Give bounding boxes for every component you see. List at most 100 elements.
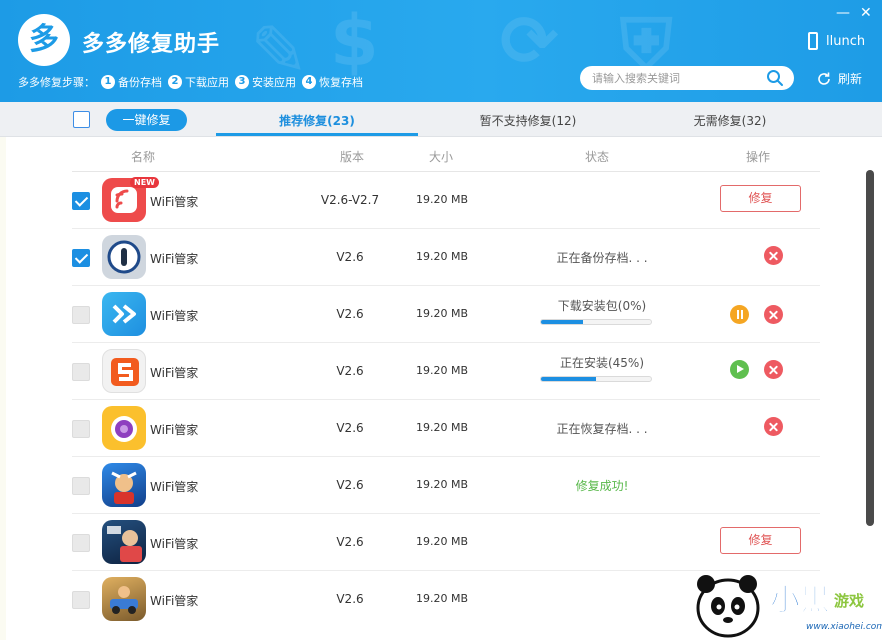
row-checkbox[interactable] [72,591,90,609]
search-icon[interactable] [766,69,784,87]
app-name: WiFi管家 [150,537,199,551]
step-label: 备份存档 [118,76,162,89]
game-hero-icon [102,463,146,507]
decorative-refresh-icon: ⟳ [500,0,559,82]
cancel-icon[interactable] [764,246,783,265]
svg-text:游戏: 游戏 [834,592,864,610]
app-size: 19.20 MB [415,250,469,263]
row-checkbox[interactable] [72,534,90,552]
app-size: 19.20 MB [415,307,469,320]
progress-fill [541,320,583,324]
step-number: 1 [101,75,115,89]
sogou-icon [102,349,146,393]
row-checkbox[interactable] [72,420,90,438]
repair-steps: 多多修复步骤： 1 备份存档 2 下载应用 3 安装应用 4 恢复存档 [18,74,363,90]
app-title: 多多修复助手 [82,32,221,57]
cancel-icon[interactable] [764,417,783,436]
download-progress-bar [540,319,652,325]
device-info[interactable]: llunch [808,32,865,50]
app-name: WiFi管家 [150,594,199,608]
column-header-version: 版本 [340,150,365,164]
app-version: V2.6-V2.7 [320,193,380,207]
search-input[interactable] [592,71,760,85]
row-checkbox[interactable] [72,477,90,495]
tab-no-repair-needed[interactable]: 无需修复(32) [630,112,830,129]
tab-bar: 一键修复 推荐修复(23) 暂不支持修复(12) 无需修复(32) [0,102,882,137]
app-version: V2.6 [336,307,364,321]
column-header-status: 状态 [585,150,610,164]
app-version: V2.6 [336,421,364,435]
vertical-scrollbar[interactable] [866,170,874,526]
fifa-icon [102,520,146,564]
left-edge [0,137,6,640]
new-badge: NEW [130,177,159,188]
app-size: 19.20 MB [415,364,469,377]
repair-button[interactable]: 修复 [720,527,801,554]
column-header-name: 名称 [131,150,156,164]
one-key-repair-button[interactable]: 一键修复 [106,109,187,131]
step-number: 2 [168,75,182,89]
close-icon[interactable]: ✕ [860,6,872,20]
step-label: 恢复存档 [319,76,363,89]
status-text: 正在安装(45%) [559,356,645,370]
repair-button[interactable]: 修复 [720,185,801,212]
pause-icon[interactable] [730,305,749,324]
app-version: V2.6 [336,592,364,606]
decorative-dollar-icon: $ [330,0,379,82]
phone-icon [808,32,818,50]
password-lock-icon [102,235,146,279]
table-row: WiFi管家 V2.6 19.20 MB 正在备份存档. . . [72,229,820,286]
select-all-checkbox[interactable] [73,111,90,128]
table-row: WiFi管家 V2.6 19.20 MB 修复 [72,514,820,571]
status-text: 正在备份存档. . . [556,251,648,265]
app-version: V2.6 [336,478,364,492]
status-text: 下载安装包(0%) [557,299,647,313]
app-version: V2.6 [336,250,364,264]
app-size: 19.20 MB [415,421,469,434]
step-label: 安装应用 [252,76,296,89]
status-text: 修复成功! [575,479,629,493]
active-tab-indicator [216,133,418,136]
app-name: WiFi管家 [150,366,199,380]
app-version: V2.6 [336,364,364,378]
cancel-icon[interactable] [764,305,783,324]
play-icon[interactable] [730,360,749,379]
swiftkey-icon [102,292,146,336]
refresh-label: 刷新 [838,72,863,86]
title-bar: ✎ $ ⟳ ⛨ 多 多多修复助手 多多修复步骤： 1 备份存档 2 下载应用 3… [0,0,882,102]
refresh-icon [818,72,830,85]
car-game-icon [102,577,146,621]
camera-icon [102,406,146,450]
app-name: WiFi管家 [150,423,199,437]
app-size: 19.20 MB [415,478,469,491]
column-header-action: 操作 [746,150,771,164]
app-window: ✎ $ ⟳ ⛨ 多 多多修复助手 多多修复步骤： 1 备份存档 2 下载应用 3… [0,0,882,640]
app-name: WiFi管家 [150,195,199,209]
cancel-icon[interactable] [764,360,783,379]
app-name: WiFi管家 [150,252,199,266]
app-size: 19.20 MB [415,193,469,206]
app-name: WiFi管家 [150,309,199,323]
tab-recommended[interactable]: 推荐修复(23) [216,112,418,129]
table-row: WiFi管家 V2.6 19.20 MB 正在恢复存档. . . [72,400,820,457]
progress-fill [541,377,596,381]
minimize-icon[interactable]: — [836,6,850,20]
column-header-size: 大小 [429,150,454,164]
device-name: llunch [826,33,866,49]
tab-unsupported[interactable]: 暂不支持修复(12) [428,112,628,129]
row-checkbox[interactable] [72,306,90,324]
refresh-button[interactable]: 刷新 [816,70,862,87]
app-size: 19.20 MB [415,535,469,548]
table-row: WiFi管家 V2.6 19.20 MB 下载安装包(0%) [72,286,820,343]
table-row: NEW WiFi管家 V2.6-V2.7 19.20 MB 修复 [72,172,820,229]
step-label: 下载应用 [185,76,229,89]
table-row: WiFi管家 V2.6 19.20 MB 正在安装(45%) [72,343,820,400]
app-logo: 多 [18,14,70,66]
app-size: 19.20 MB [415,592,469,605]
row-checkbox[interactable] [72,249,90,267]
step-number: 3 [235,75,249,89]
search-box[interactable] [580,66,794,90]
row-checkbox[interactable] [72,363,90,381]
row-checkbox[interactable] [72,192,90,210]
step-number: 4 [302,75,316,89]
